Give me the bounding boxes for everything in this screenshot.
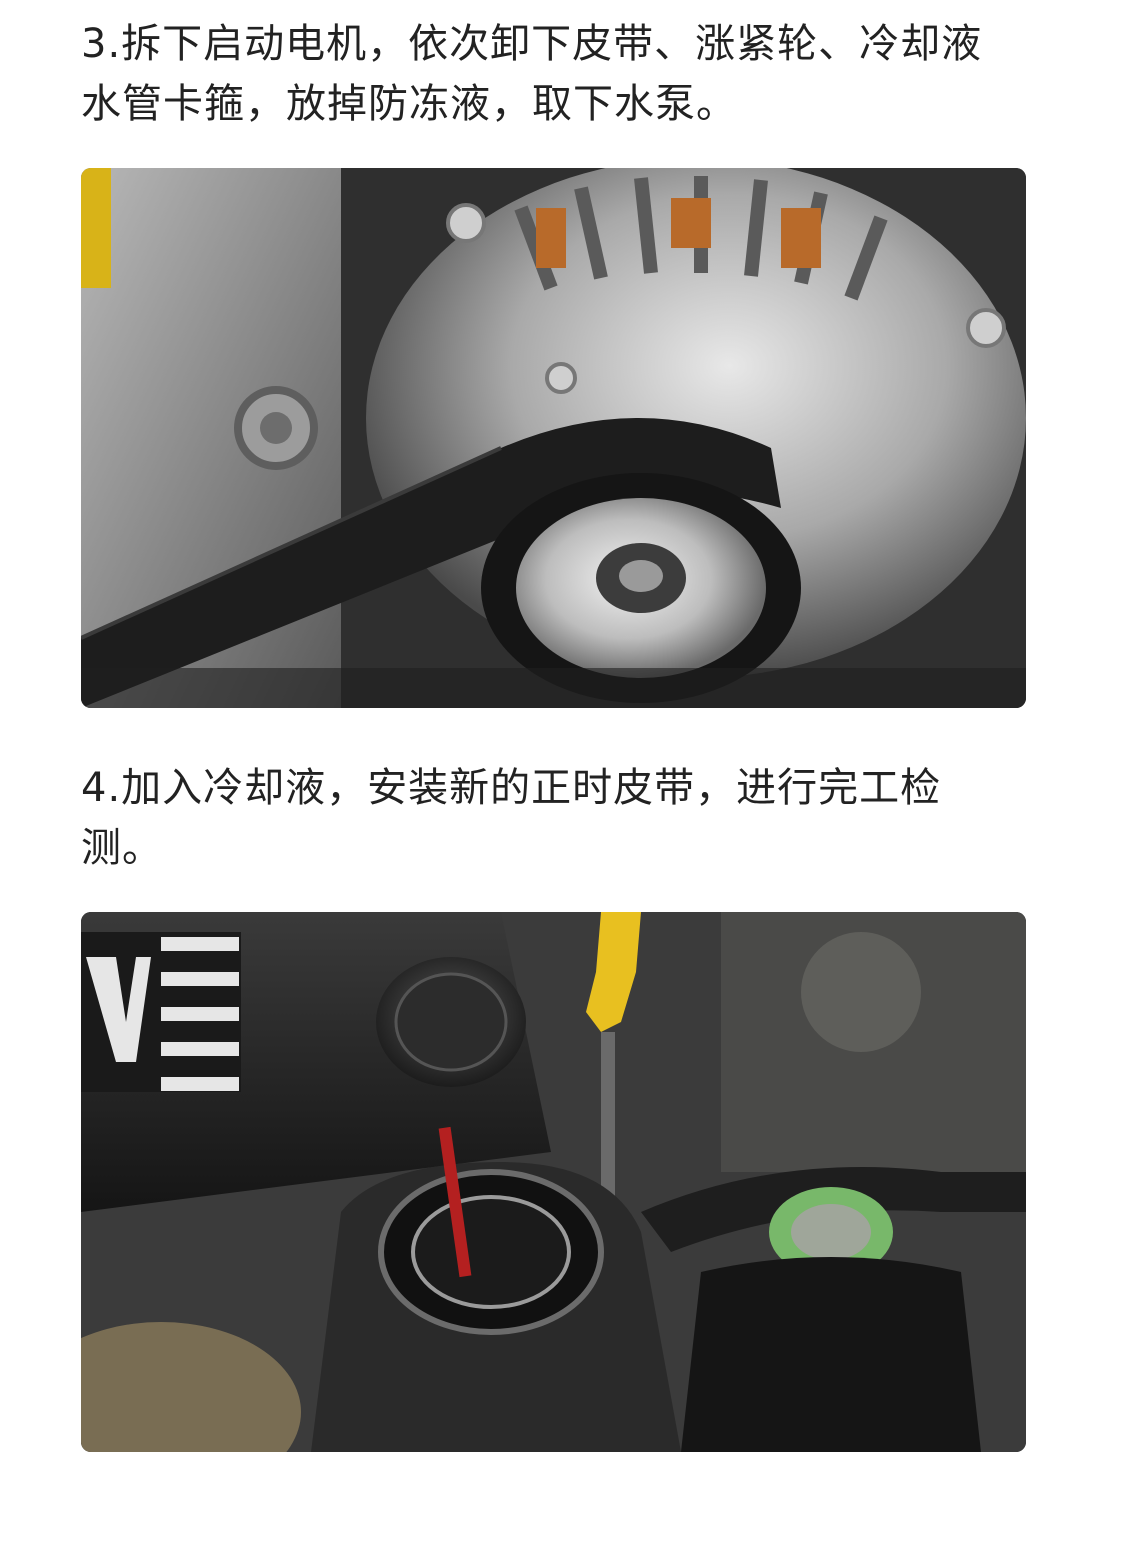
coolant-reservoir-photo bbox=[81, 912, 1026, 1452]
step-3-text: 3.拆下启动电机，依次卸下皮带、涨紧轮、冷却液 水管卡箍，放掉防冻液，取下水泵。 bbox=[81, 21, 983, 127]
step-4-text: 4.加入冷却液，安装新的正时皮带，进行完工检 测。 bbox=[81, 765, 942, 871]
alternator-belt-photo bbox=[81, 168, 1026, 708]
yellow-tag-shape bbox=[81, 168, 111, 288]
coolant-reservoir-illustration bbox=[81, 912, 1026, 1452]
alternator-belt-illustration bbox=[81, 168, 1026, 708]
